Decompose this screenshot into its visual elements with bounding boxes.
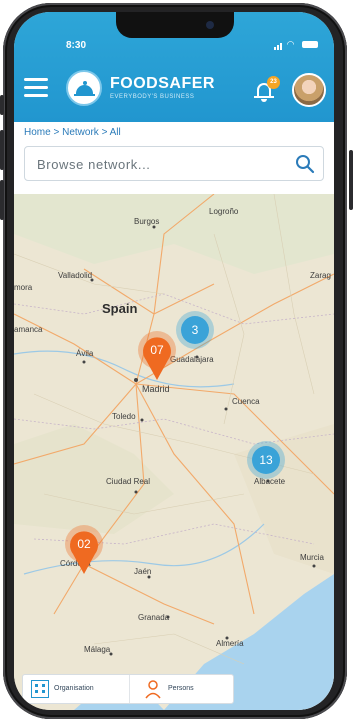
camera-icon bbox=[206, 21, 214, 29]
city-label: Guadalajara bbox=[170, 355, 214, 364]
app-header: 8:30 ◠ FOODSAFER EVERYBODY'S BUSINESS 23 bbox=[14, 12, 334, 122]
city-label: Toledo bbox=[112, 412, 136, 421]
brand-logo: FOODSAFER EVERYBODY'S BUSINESS bbox=[66, 70, 216, 110]
city-label: Burgos bbox=[134, 217, 159, 226]
brand-name: FOODSAFER bbox=[110, 75, 215, 92]
tab-label: Persons bbox=[168, 685, 194, 692]
breadcrumb-bar: Home > Network > All bbox=[14, 122, 334, 146]
cloche-icon bbox=[66, 70, 102, 106]
city-label: Logroño bbox=[209, 207, 239, 216]
hamburger-icon bbox=[24, 78, 48, 81]
country-label: Spain bbox=[102, 301, 137, 316]
marker-count: 02 bbox=[77, 537, 91, 551]
battery-icon bbox=[302, 41, 318, 49]
notch bbox=[116, 12, 234, 38]
city-label: Málaga bbox=[84, 645, 111, 654]
city-label: Jaén bbox=[134, 567, 151, 576]
breadcrumb-all[interactable]: All bbox=[110, 127, 121, 138]
side-button bbox=[349, 150, 353, 210]
search-input[interactable] bbox=[35, 152, 279, 176]
menu-button[interactable] bbox=[24, 78, 48, 98]
city-label: Zarag bbox=[310, 271, 331, 280]
marker-count: 3 bbox=[192, 323, 199, 337]
city-label: Cuenca bbox=[232, 397, 260, 406]
city-label: Ciudad Real bbox=[106, 477, 150, 486]
side-button bbox=[0, 95, 4, 115]
city-label: Valladolid bbox=[58, 271, 92, 280]
city-label: Granada bbox=[138, 613, 170, 622]
tab-organisation[interactable]: Organisation bbox=[23, 675, 127, 703]
breadcrumb-separator: > bbox=[101, 127, 108, 138]
city-label: mora bbox=[14, 283, 33, 292]
breadcrumb-separator: > bbox=[53, 127, 60, 138]
signal-icon bbox=[274, 40, 283, 50]
brand-tagline: EVERYBODY'S BUSINESS bbox=[110, 94, 195, 100]
side-button bbox=[0, 180, 4, 220]
wifi-icon: ◠ bbox=[286, 39, 296, 49]
marker-count: 07 bbox=[150, 343, 164, 357]
marker-count: 13 bbox=[259, 453, 273, 467]
side-button bbox=[0, 130, 4, 170]
hamburger-line bbox=[24, 94, 48, 97]
search-zone bbox=[14, 146, 334, 194]
hamburger-line bbox=[24, 86, 48, 89]
map-cluster-marker[interactable]: 13 bbox=[247, 441, 285, 479]
search-box bbox=[24, 146, 324, 181]
city-label: Madrid bbox=[142, 384, 170, 394]
tab-label: Organisation bbox=[54, 685, 94, 692]
city-label: amanca bbox=[14, 325, 43, 334]
city-label: Ávila bbox=[76, 349, 94, 358]
status-icons: ◠ bbox=[274, 39, 318, 50]
city-label: Murcia bbox=[300, 553, 325, 562]
city-label: Almería bbox=[216, 639, 244, 648]
breadcrumb: Home > Network > All bbox=[24, 127, 121, 138]
search-icon[interactable] bbox=[295, 154, 315, 174]
avatar[interactable] bbox=[292, 73, 326, 107]
map-view[interactable]: Logroño Burgos Valladolid Zarag Spain mo… bbox=[14, 194, 334, 710]
app-screen: 8:30 ◠ FOODSAFER EVERYBODY'S BUSINESS 23… bbox=[14, 12, 334, 710]
map-canvas: Logroño Burgos Valladolid Zarag Spain mo… bbox=[14, 194, 334, 710]
map-cluster-marker[interactable]: 3 bbox=[176, 311, 214, 349]
breadcrumb-home[interactable]: Home bbox=[24, 127, 51, 138]
person-icon bbox=[145, 680, 161, 699]
view-toggle: Organisation Persons bbox=[22, 674, 234, 704]
tab-persons[interactable]: Persons bbox=[129, 675, 234, 703]
breadcrumb-network[interactable]: Network bbox=[62, 127, 99, 138]
status-time: 8:30 bbox=[66, 40, 87, 51]
notification-badge: 23 bbox=[267, 76, 280, 89]
building-icon bbox=[31, 680, 49, 698]
